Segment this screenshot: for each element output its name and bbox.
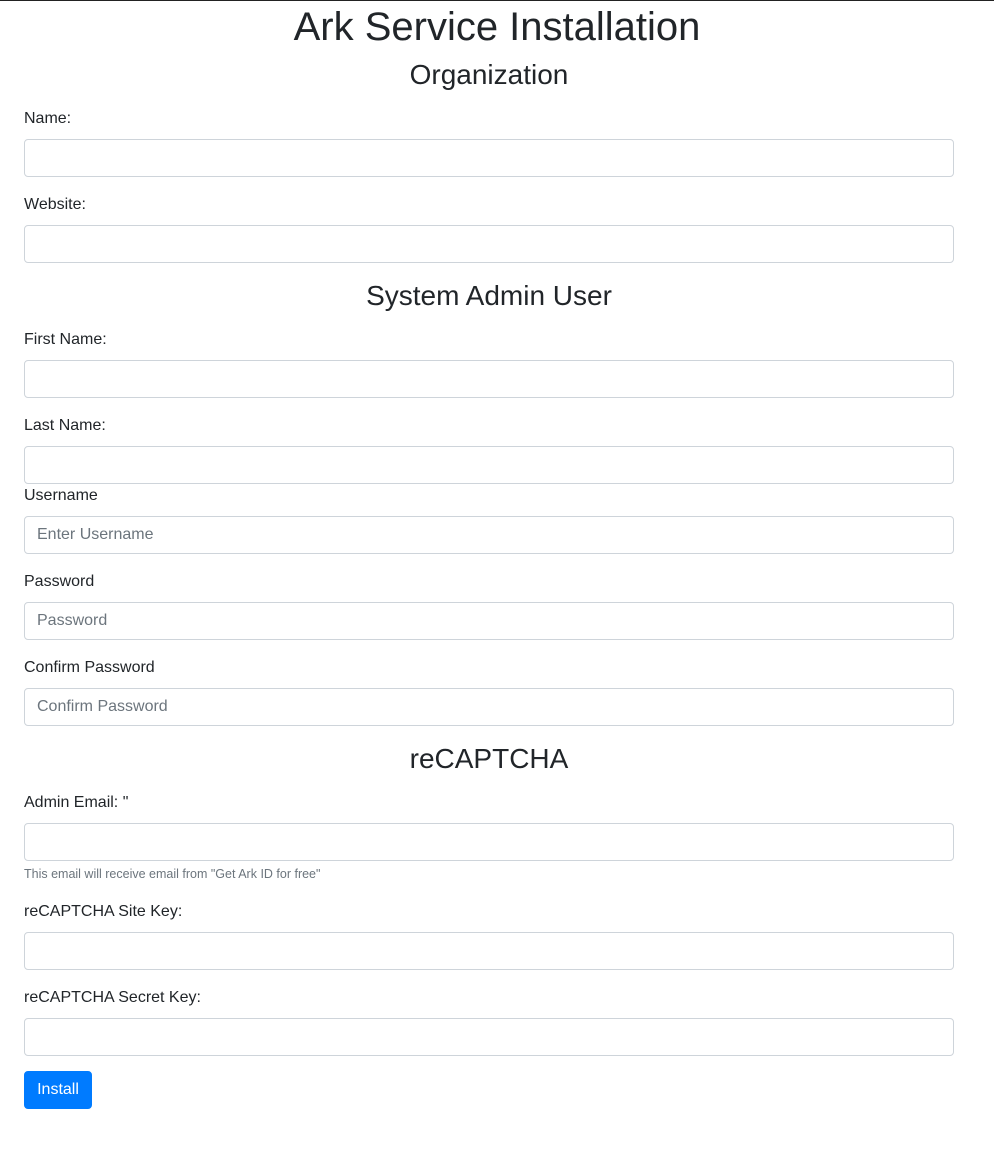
admin-email-help-text: This email will receive email from "Get … (24, 867, 321, 881)
confirm-password-label: Confirm Password (24, 659, 155, 676)
first-name-label: First Name: (24, 331, 107, 348)
confirm-password-input[interactable] (24, 688, 954, 726)
page-title: Ark Service Installation (293, 5, 701, 49)
last-name-label: Last Name: (24, 417, 106, 434)
site-key-input[interactable] (24, 932, 954, 970)
site-key-label: reCAPTCHA Site Key: (24, 903, 183, 920)
admin-email-label: Admin Email: " (24, 794, 129, 811)
org-name-label: Name: (24, 110, 72, 127)
username-label: Username (24, 487, 98, 504)
last-name-input[interactable] (24, 446, 954, 484)
password-label: Password (24, 573, 95, 590)
org-website-input[interactable] (24, 225, 954, 263)
section-heading-admin-user: System Admin User (366, 280, 612, 311)
secret-key-input[interactable] (24, 1018, 954, 1056)
admin-email-input[interactable] (24, 823, 954, 861)
section-heading-recaptcha: reCAPTCHA (409, 743, 569, 774)
org-website-label: Website: (24, 196, 86, 213)
password-input[interactable] (24, 602, 954, 640)
section-heading-organization: Organization (409, 59, 569, 90)
org-name-input[interactable] (24, 139, 954, 177)
install-button[interactable]: Install (24, 1071, 92, 1109)
secret-key-label: reCAPTCHA Secret Key: (24, 989, 201, 1006)
username-input[interactable] (24, 516, 954, 554)
first-name-input[interactable] (24, 360, 954, 398)
